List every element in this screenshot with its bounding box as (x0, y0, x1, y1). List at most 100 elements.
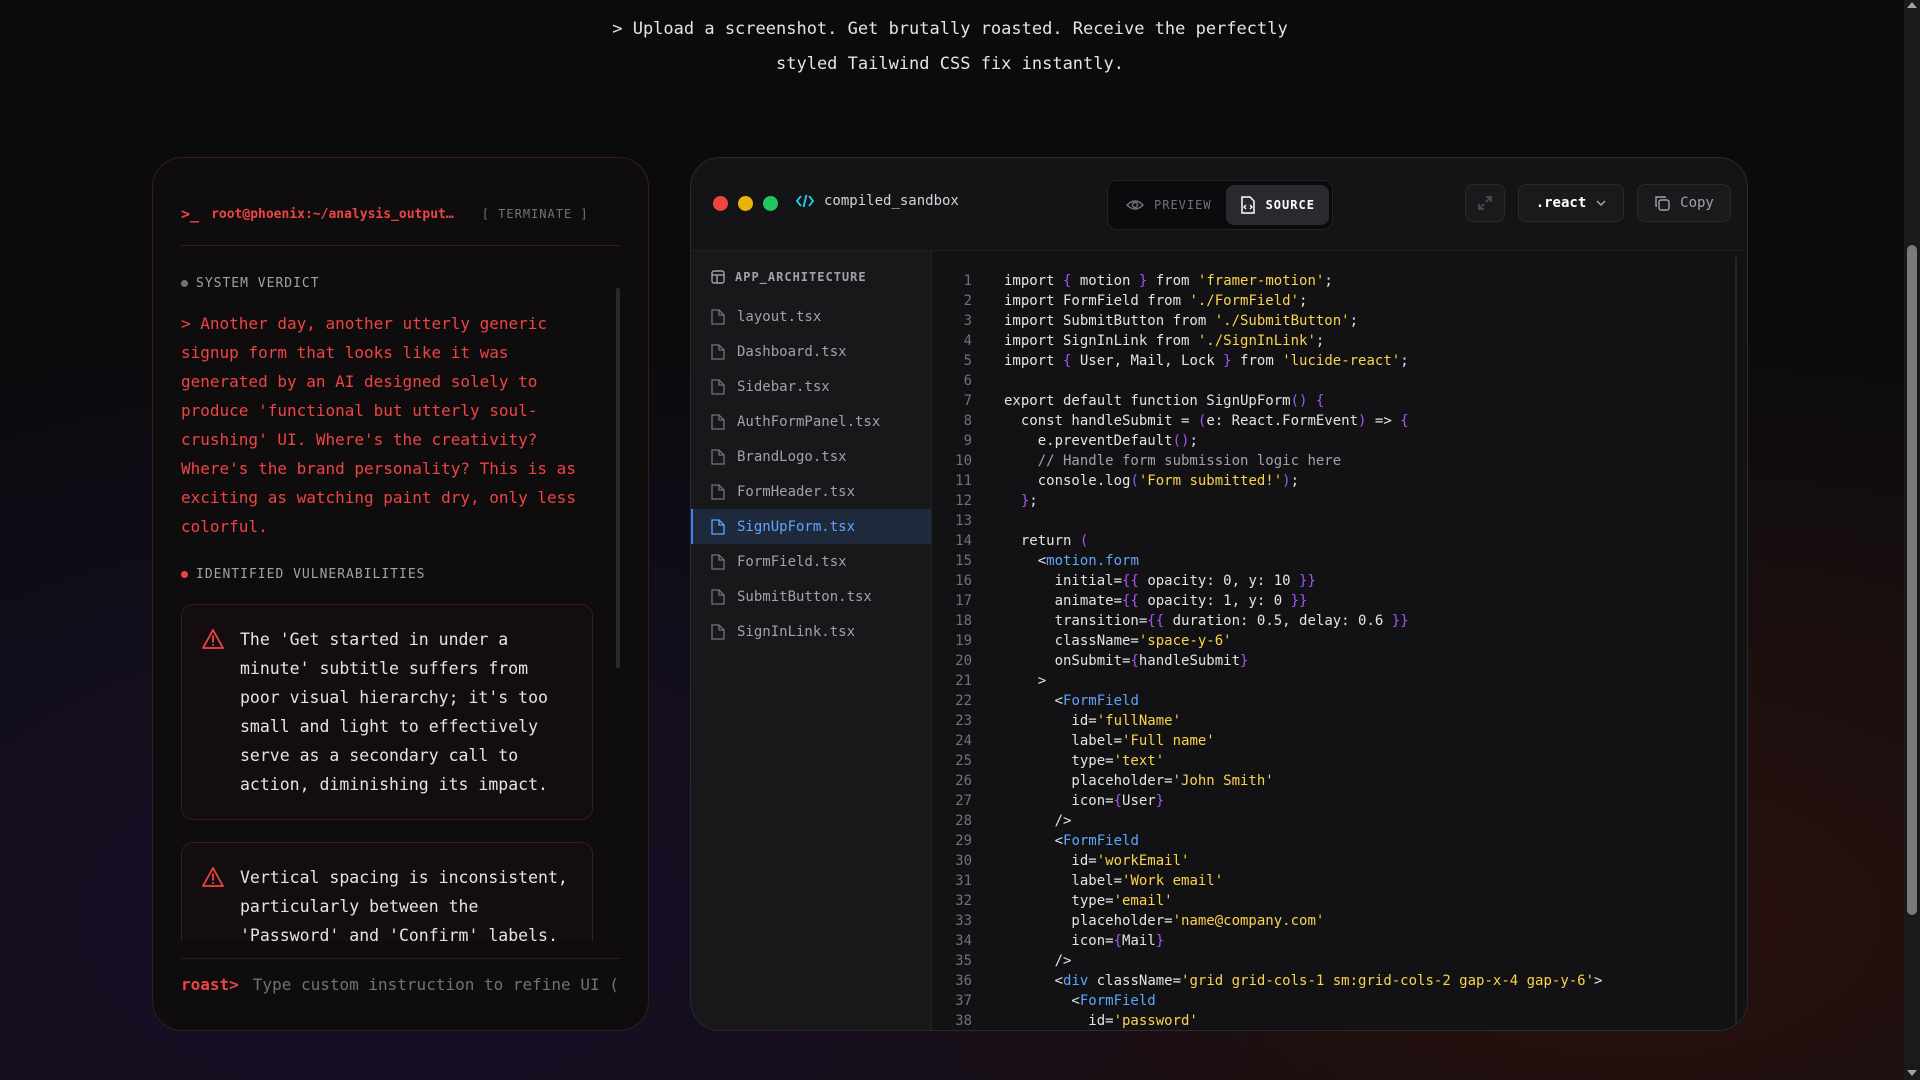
file-tree-item[interactable]: SubmitButton.tsx (691, 579, 931, 614)
file-tree-item[interactable]: FormField.tsx (691, 544, 931, 579)
code-scrollbar[interactable] (1735, 257, 1737, 1030)
vulnerabilities-label: IDENTIFIED VULNERABILITIES (181, 567, 593, 582)
minimize-window-button[interactable] (738, 196, 753, 211)
file-tree-item[interactable]: SignInLink.tsx (691, 614, 931, 649)
line-number: 31 (955, 873, 972, 889)
terminal-prompt-icon: >_ (181, 205, 200, 223)
file-icon (711, 518, 725, 535)
file-icon (711, 588, 725, 605)
code-line: 26 placeholder='John Smith' (932, 771, 1747, 791)
terminal-scroll-area[interactable]: SYSTEM VERDICT > Another day, another ut… (181, 276, 593, 941)
file-tree-item-label: SignInLink.tsx (737, 623, 856, 640)
code-text: icon={User} (1004, 793, 1165, 809)
source-tab[interactable]: SOURCE (1225, 185, 1329, 225)
expand-button[interactable] (1465, 184, 1505, 222)
tagline-line-2: styled Tailwind CSS fix instantly. (776, 54, 1124, 74)
copy-button-label: Copy (1680, 195, 1714, 211)
code-line: 8 const handleSubmit = (e: React.FormEve… (932, 411, 1747, 431)
file-icon (711, 623, 725, 640)
code-text: placeholder='John Smith' (1004, 773, 1274, 789)
code-text: className='space-y-6' (1004, 633, 1232, 649)
terminate-button[interactable]: [ TERMINATE ] (482, 207, 589, 221)
code-icon (796, 194, 814, 208)
line-number: 15 (955, 553, 972, 569)
custom-instruction-input[interactable] (250, 973, 621, 995)
code-line: 19 className='space-y-6' (932, 631, 1747, 651)
code-text: import { User, Mail, Lock } from 'lucide… (1004, 353, 1409, 369)
preview-tab[interactable]: PREVIEW (1112, 185, 1226, 225)
line-number: 38 (955, 1013, 972, 1029)
file-tree-item-label: FormHeader.tsx (737, 483, 856, 500)
vulnerabilities-label-text: IDENTIFIED VULNERABILITIES (196, 567, 426, 582)
line-number: 33 (955, 913, 972, 929)
line-number: 20 (955, 653, 972, 669)
line-number: 17 (955, 593, 972, 609)
vulnerability-card: The 'Get started in under a minute' subt… (181, 604, 593, 820)
code-line: 30 id='workEmail' (932, 851, 1747, 871)
line-number: 30 (955, 853, 972, 869)
file-tree-item[interactable]: Dashboard.tsx (691, 334, 931, 369)
code-text: > (1004, 673, 1047, 689)
code-line: 33 placeholder='name@company.com' (932, 911, 1747, 931)
code-line: 34 icon={Mail} (932, 931, 1747, 951)
code-line: 36 <div className='grid grid-cols-1 sm:g… (932, 971, 1747, 991)
line-number: 16 (955, 573, 972, 589)
file-tree-header-text: APP_ARCHITECTURE (735, 270, 867, 284)
code-view[interactable]: 1 import { motion } from 'framer-motion';… (932, 251, 1747, 1030)
code-line: 29 <FormField (932, 831, 1747, 851)
line-number: 23 (955, 713, 972, 729)
file-tree-item[interactable]: SignUpForm.tsx (691, 509, 931, 544)
file-tree-item-label: Dashboard.tsx (737, 343, 847, 360)
code-text: id='password' (1004, 1013, 1198, 1029)
copy-button[interactable]: Copy (1637, 184, 1731, 222)
code-line: 12 }; (932, 491, 1747, 511)
file-tree-item[interactable]: AuthFormPanel.tsx (691, 404, 931, 439)
language-select[interactable]: .react (1518, 184, 1624, 222)
code-text: animate={{ opacity: 1, y: 0 }} (1004, 593, 1308, 609)
line-number: 18 (955, 613, 972, 629)
file-list: layout.tsx Dashboard.tsx Sidebar.tsx AuthFo… (691, 299, 931, 649)
line-number: 7 (963, 393, 972, 409)
code-text: import FormField from './FormField'; (1004, 293, 1308, 309)
file-tree-header: APP_ARCHITECTURE (691, 265, 931, 289)
code-line: 2 import FormField from './FormField'; (932, 291, 1747, 311)
file-tree-item[interactable]: layout.tsx (691, 299, 931, 334)
maximize-window-button[interactable] (763, 196, 778, 211)
view-toggle: PREVIEW SOURCE (1107, 180, 1333, 230)
close-window-button[interactable] (713, 196, 728, 211)
code-text: transition={{ duration: 0.5, delay: 0.6 … (1004, 613, 1409, 629)
warning-icon (202, 629, 224, 649)
code-line: 38 id='password' (932, 1011, 1747, 1030)
code-line: 20 onSubmit={handleSubmit} (932, 651, 1747, 671)
line-number: 8 (963, 413, 972, 429)
file-tree-item-label: FormField.tsx (737, 553, 847, 570)
page-scrollbar[interactable] (1904, 0, 1920, 1080)
file-icon (711, 483, 725, 500)
file-tree-item[interactable]: BrandLogo.tsx (691, 439, 931, 474)
scroll-down-icon[interactable] (1907, 1070, 1917, 1076)
line-number: 22 (955, 693, 972, 709)
code-line: 16 initial={{ opacity: 0, y: 10 }} (932, 571, 1747, 591)
file-icon (711, 343, 725, 360)
code-line: 3 import SubmitButton from './SubmitButto… (932, 311, 1747, 331)
expand-icon (1478, 196, 1492, 210)
line-number: 3 (963, 313, 972, 329)
file-tree-item[interactable]: FormHeader.tsx (691, 474, 931, 509)
code-text: placeholder='name@company.com' (1004, 913, 1325, 929)
terminal-scrollbar[interactable] (616, 288, 620, 668)
file-icon (711, 308, 725, 325)
line-number: 34 (955, 933, 972, 949)
line-number: 9 (963, 433, 972, 449)
eye-icon (1126, 200, 1144, 210)
code-line: 32 type='email' (932, 891, 1747, 911)
scrollbar-thumb[interactable] (1907, 245, 1917, 915)
line-number: 29 (955, 833, 972, 849)
file-tree-item[interactable]: Sidebar.tsx (691, 369, 931, 404)
editor-panel: compiled_sandbox PREVIEW SOURCE .react C… (690, 157, 1748, 1031)
file-tree-item-label: AuthFormPanel.tsx (737, 413, 881, 430)
code-line: 18 transition={{ duration: 0.5, delay: 0… (932, 611, 1747, 631)
code-text: <FormField (1004, 993, 1156, 1009)
code-text: /> (1004, 813, 1072, 829)
scroll-up-icon[interactable] (1907, 2, 1917, 8)
